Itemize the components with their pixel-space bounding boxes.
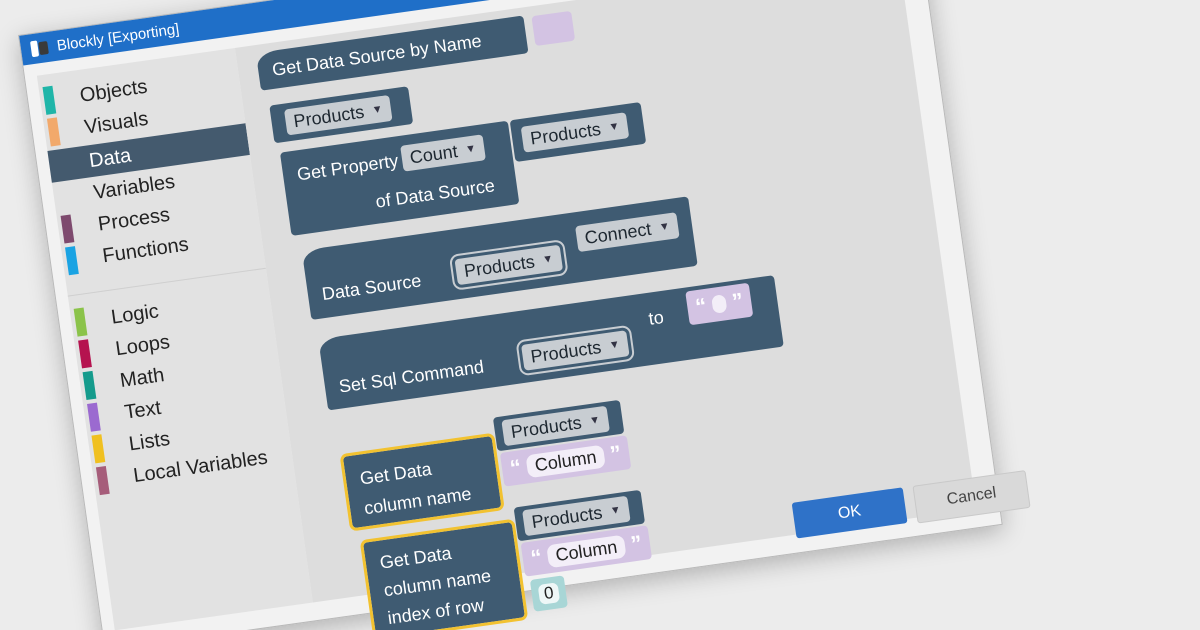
chevron-down-icon: ▼ <box>464 142 478 156</box>
products-dropdown[interactable]: Products ▼ <box>283 94 393 136</box>
block-get-property[interactable]: Get Property Count ▼ of Data Source <box>279 120 520 236</box>
block-label: Set Sql Command <box>337 356 486 397</box>
string-input-slot[interactable] <box>531 10 576 47</box>
open-quote-icon: “ <box>508 454 523 481</box>
block-get-data-row[interactable]: Get Data column name index of row <box>359 518 529 630</box>
app-icon <box>30 38 50 58</box>
chevron-down-icon: ▼ <box>607 120 621 134</box>
category-swatch <box>87 402 101 432</box>
block-label: Data Source <box>320 270 423 305</box>
chevron-down-icon: ▼ <box>541 252 555 267</box>
block-label: Get Data <box>358 458 433 489</box>
string-input[interactable]: “ ” <box>685 282 754 326</box>
block-label: to <box>647 307 665 329</box>
open-quote-icon: “ <box>529 544 544 571</box>
category-swatch <box>56 182 70 212</box>
open-quote-icon: “ <box>693 292 709 320</box>
dropdown-value: Products <box>292 101 366 131</box>
toolbox-item-label: Functions <box>101 232 190 267</box>
toolbox-item-label: Text <box>123 396 163 424</box>
dropdown-value: Count <box>408 140 459 168</box>
block-label: column name <box>362 483 473 519</box>
category-swatch <box>91 434 106 464</box>
block-label: Get Data <box>378 542 453 573</box>
stage: Blockly [Exporting] Objects Visuals Data… <box>0 0 1200 630</box>
string-value-field[interactable]: Column <box>525 444 606 478</box>
string-value-field[interactable] <box>711 294 728 314</box>
category-swatch <box>65 246 79 276</box>
close-quote-icon: ” <box>629 530 644 557</box>
chevron-down-icon: ▼ <box>588 413 601 428</box>
chevron-down-icon: ▼ <box>658 220 671 234</box>
category-swatch <box>73 307 88 337</box>
window-title: Blockly [Exporting] <box>55 20 181 55</box>
category-swatch <box>78 339 92 369</box>
dropdown-value: Products <box>529 336 603 367</box>
block-label: index of row <box>386 594 486 629</box>
category-swatch <box>42 85 57 115</box>
blockly-dialog: Blockly [Exporting] Objects Visuals Data… <box>18 0 1031 630</box>
chevron-down-icon: ▼ <box>371 103 384 117</box>
row-index-input[interactable]: 0 <box>529 575 568 612</box>
category-swatch <box>60 214 75 244</box>
action-dropdown[interactable]: Connect ▼ <box>575 212 680 253</box>
number-value-field[interactable]: 0 <box>537 582 560 605</box>
block-label: of Data Source <box>374 175 497 212</box>
category-swatch <box>46 117 61 147</box>
dropdown-value: Products <box>509 411 583 442</box>
toolbox-item-label: Objects <box>78 75 149 107</box>
close-quote-icon: ” <box>730 287 745 315</box>
block-products-value[interactable]: Products ▼ <box>269 86 414 144</box>
category-swatch <box>51 151 66 181</box>
category-swatch <box>95 465 110 496</box>
chevron-down-icon: ▼ <box>608 338 621 352</box>
toolbox-item-label: Math <box>118 363 166 392</box>
source-dropdown[interactable]: Products ▼ <box>449 236 569 293</box>
dropdown-value: Products <box>530 501 604 532</box>
source-dropdown[interactable]: Products ▼ <box>515 322 635 379</box>
toolbox-item-label: Visuals <box>82 107 150 139</box>
property-dropdown[interactable]: Count ▼ <box>400 134 486 172</box>
dropdown-value: Products <box>528 118 603 149</box>
source-dropdown[interactable]: Products ▼ <box>520 112 630 153</box>
category-swatch <box>82 370 97 401</box>
toolbox-item-label: Data <box>87 144 133 172</box>
block-data-source-input[interactable]: Products ▼ <box>509 102 647 162</box>
dropdown-value: Products <box>462 250 536 281</box>
block-get-data[interactable]: Get Data column name <box>339 432 505 533</box>
toolbox-item-label: Logic <box>109 299 161 329</box>
string-value-field[interactable]: Column <box>546 534 627 568</box>
block-label: Get Data Source by Name <box>270 30 483 80</box>
block-label: Get Property <box>295 150 400 185</box>
close-quote-icon: ” <box>608 440 623 467</box>
dropdown-value: Connect <box>583 218 653 248</box>
chevron-down-icon: ▼ <box>609 503 622 518</box>
toolbox-item-label: Lists <box>127 427 172 455</box>
toolbox-item-label: Loops <box>114 330 172 360</box>
